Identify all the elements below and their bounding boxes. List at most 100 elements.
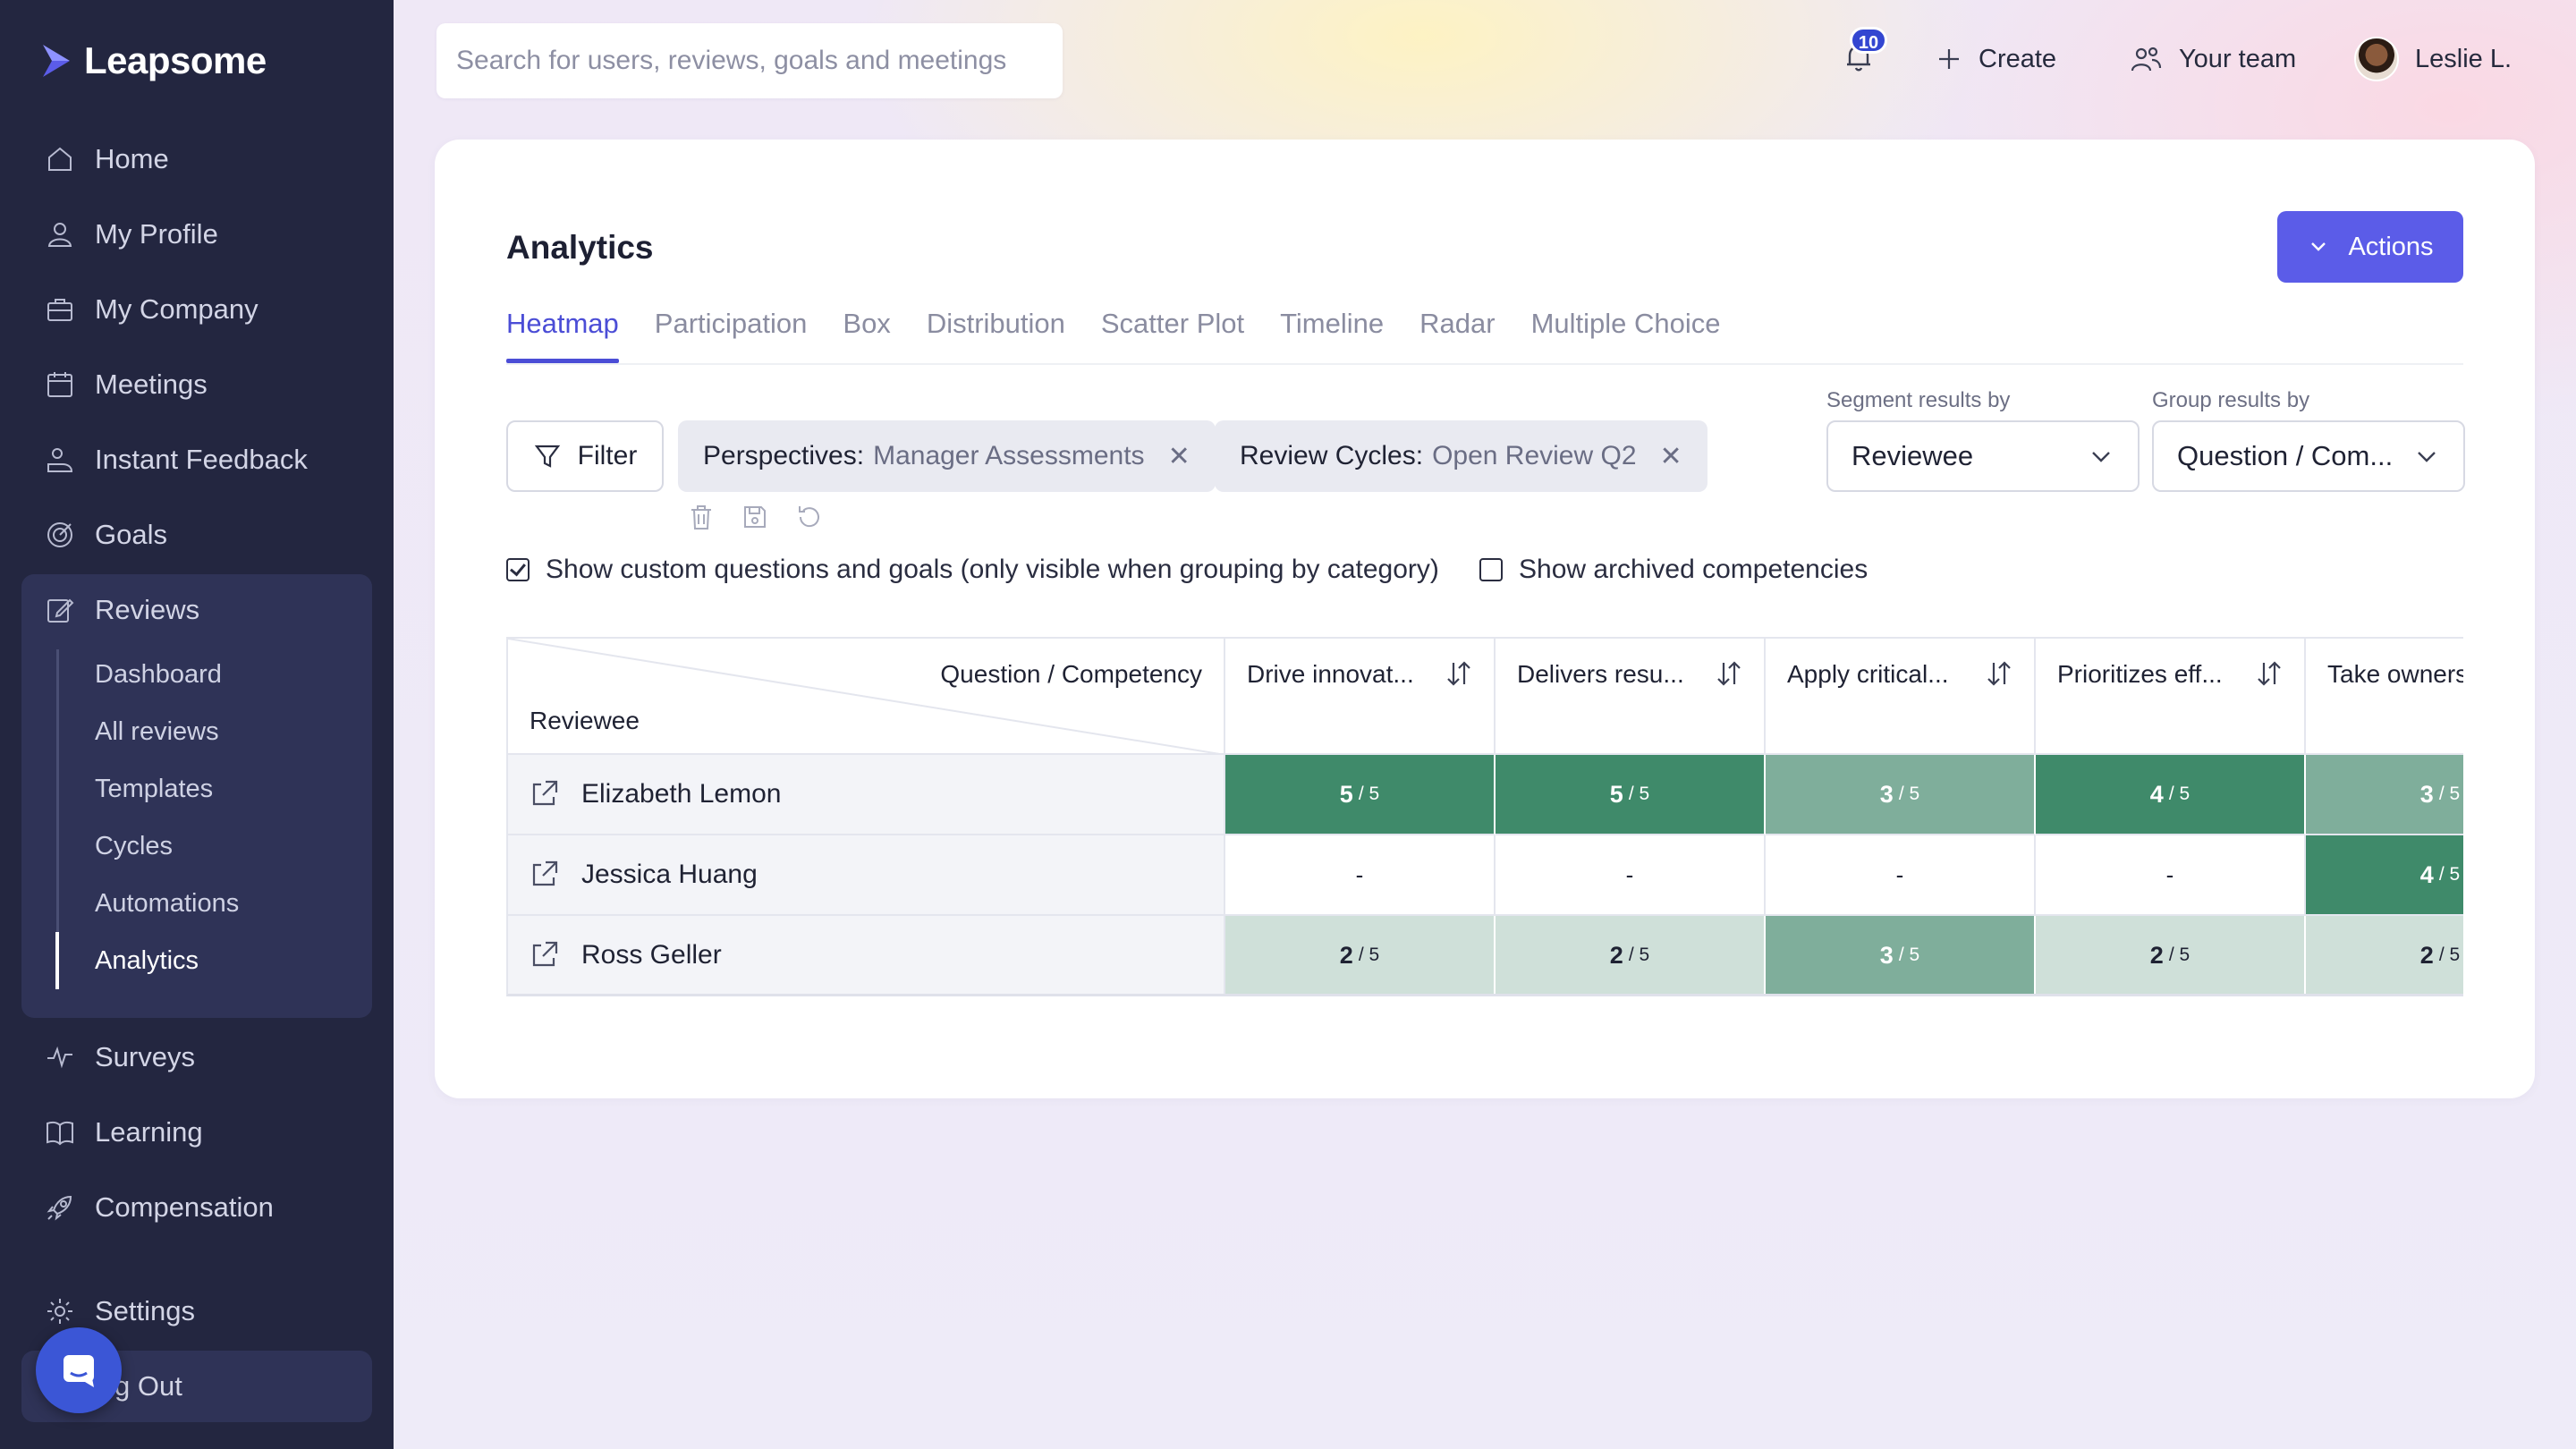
create-button[interactable]: Create [1936, 36, 2056, 82]
tab-scatter-plot[interactable]: Scatter Plot [1101, 306, 1244, 365]
external-link-icon[interactable] [528, 859, 560, 891]
archived-toggle[interactable]: Show archived competencies [1479, 555, 1868, 585]
sidebar-subitem-dashboard[interactable]: Dashboard [95, 653, 222, 696]
team-icon [2131, 47, 2162, 72]
column-header[interactable]: Drive innovat... [1225, 639, 1496, 755]
sidebar-item-home[interactable]: Home [45, 134, 169, 184]
archived-label: Show archived competencies [1519, 555, 1868, 584]
sort-icon[interactable] [2254, 658, 2284, 695]
heatmap-cell[interactable]: 3/ 5 [1766, 916, 2036, 994]
table-row-header[interactable]: Ross Geller [508, 916, 1225, 994]
column-header[interactable]: Apply critical... [1766, 639, 2036, 755]
heatmap-cell[interactable]: - [2036, 835, 2306, 916]
group-label: Group results by [2152, 388, 2310, 412]
heatmap-cell[interactable]: - [1225, 835, 1496, 916]
support-chat-button[interactable] [36, 1327, 122, 1413]
sidebar-item-my-profile[interactable]: My Profile [45, 209, 218, 259]
sort-icon[interactable] [1984, 658, 2014, 695]
heatmap-cell[interactable]: 4/ 5 [2036, 755, 2306, 835]
cell-max: / 5 [2438, 864, 2461, 885]
cell-max: / 5 [1898, 945, 1920, 965]
heatmap-cell[interactable]: 2/ 5 [1496, 916, 1766, 994]
chevron-down-icon [2418, 452, 2436, 462]
tab-timeline[interactable]: Timeline [1280, 306, 1384, 365]
custom-questions-label: Show custom questions and goals (only vi… [546, 555, 1439, 584]
cell-value: 3 [2419, 780, 2434, 808]
external-link-icon[interactable] [528, 939, 560, 971]
your-team-button[interactable]: Your team [2129, 36, 2296, 82]
sidebar-item-compensation[interactable]: Compensation [45, 1182, 274, 1233]
column-header[interactable]: Take owners [2306, 639, 2463, 755]
sidebar-subitem-automations[interactable]: Automations [95, 882, 239, 925]
tab-radar[interactable]: Radar [1419, 306, 1495, 365]
heatmap-cell[interactable]: - [1766, 835, 2036, 916]
column-header[interactable]: Delivers resu... [1496, 639, 1766, 755]
heatmap-cell[interactable]: 5/ 5 [1225, 755, 1496, 835]
cell-max: / 5 [2168, 945, 2190, 965]
sidebar-item-my-company[interactable]: My Company [45, 284, 258, 335]
tab-heatmap[interactable]: Heatmap [506, 306, 619, 365]
save-icon[interactable] [741, 503, 769, 531]
filter-button[interactable]: Filter [506, 420, 664, 492]
sidebar-subitem-all-reviews[interactable]: All reviews [95, 710, 219, 753]
segment-select[interactable]: Reviewee [1826, 420, 2140, 492]
sidebar-item-goals[interactable]: Goals [45, 510, 167, 560]
table-row-header[interactable]: Jessica Huang [508, 835, 1225, 916]
heatmap-cell[interactable]: 5/ 5 [1496, 755, 1766, 835]
heatmap-cell[interactable]: 2/ 5 [1225, 916, 1496, 994]
close-icon[interactable]: ✕ [1660, 441, 1682, 472]
segment-value: Reviewee [1852, 440, 1974, 471]
cell-value: 5 [1339, 780, 1353, 808]
custom-questions-toggle[interactable]: Show custom questions and goals (only vi… [506, 555, 1439, 585]
sidebar-item-meetings[interactable]: Meetings [45, 360, 208, 410]
sort-icon[interactable] [1714, 658, 1744, 695]
cell-max: / 5 [1628, 784, 1650, 804]
heatmap-corner: Question / Competency Reviewee [508, 639, 1225, 755]
sidebar-item-label: Compensation [95, 1191, 274, 1223]
sidebar-item-instant-feedback[interactable]: Instant Feedback [45, 435, 308, 485]
heatmap-cell[interactable]: 3/ 5 [1766, 755, 2036, 835]
sort-icon[interactable] [1444, 658, 1474, 695]
sidebar-subitem-analytics[interactable]: Analytics [95, 939, 199, 982]
tab-distribution[interactable]: Distribution [927, 306, 1065, 365]
archived-checkbox[interactable] [1479, 558, 1503, 581]
sidebar-item-reviews[interactable]: Reviews [45, 585, 199, 635]
column-header[interactable]: Prioritizes eff... [2036, 639, 2306, 755]
plus-icon [1939, 49, 1959, 69]
sidebar-subitem-cycles[interactable]: Cycles [95, 825, 173, 868]
gear-icon [47, 1299, 72, 1324]
chevron-down-icon [2311, 242, 2326, 251]
heatmap-cell[interactable]: - [1496, 835, 1766, 916]
tab-box[interactable]: Box [843, 306, 890, 365]
group-select[interactable]: Question / Com... [2152, 420, 2465, 492]
reset-icon[interactable] [794, 503, 823, 531]
heatmap-cell[interactable]: 2/ 5 [2306, 916, 2463, 994]
heatmap-cell[interactable]: 4/ 5 [2306, 835, 2463, 916]
sidebar-subitem-templates[interactable]: Templates [95, 767, 213, 810]
table-row-header[interactable]: Elizabeth Lemon [508, 755, 1225, 835]
cell-value: 2 [1339, 941, 1353, 969]
cell-value: 2 [2419, 941, 2434, 969]
user-menu[interactable]: Leslie L. [2354, 36, 2512, 82]
tab-participation[interactable]: Participation [655, 306, 808, 365]
column-header-label: Prioritizes eff... [2057, 660, 2223, 688]
tab-multiple-choice[interactable]: Multiple Choice [1531, 306, 1721, 365]
heatmap-cell[interactable]: 3/ 5 [2306, 755, 2463, 835]
sidebar-item-learning[interactable]: Learning [45, 1107, 203, 1157]
filter-chip-review-cycles[interactable]: Review Cycles: Open Review Q2 ✕ [1215, 420, 1707, 492]
external-link-icon[interactable] [528, 778, 560, 810]
close-icon[interactable]: ✕ [1168, 441, 1191, 472]
heatmap-cell[interactable]: 2/ 5 [2036, 916, 2306, 994]
reviewee-name: Ross Geller [581, 940, 722, 970]
sidebar-item-label: My Profile [95, 218, 218, 250]
search-input[interactable] [436, 23, 1063, 98]
cell-value: 5 [1609, 780, 1623, 808]
actions-button[interactable]: Actions [2277, 211, 2463, 283]
filter-chip-perspectives[interactable]: Perspectives: Manager Assessments ✕ [678, 420, 1216, 492]
tabs-divider [506, 363, 2463, 365]
sidebar-item-surveys[interactable]: Surveys [45, 1032, 195, 1082]
logo[interactable]: Leapsome [39, 39, 267, 82]
trash-icon[interactable] [687, 503, 716, 531]
custom-questions-checkbox[interactable] [506, 558, 530, 581]
segment-label: Segment results by [1826, 388, 2011, 412]
